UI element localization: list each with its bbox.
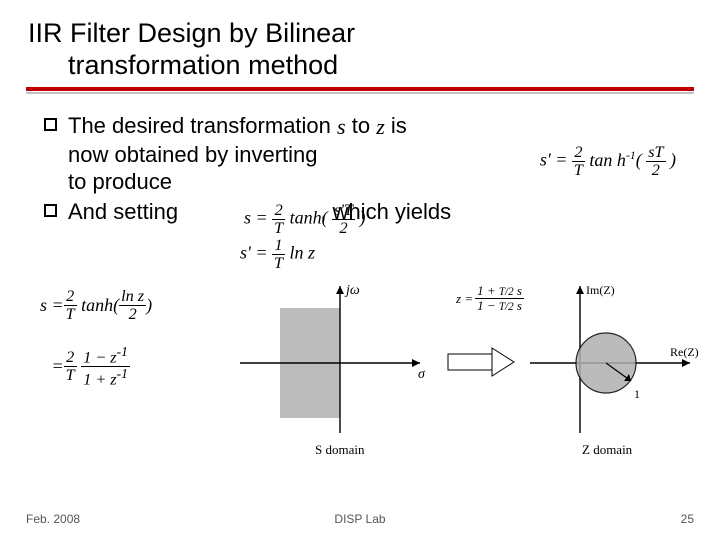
label-jw: jω bbox=[344, 283, 360, 298]
footer-page: 25 bbox=[681, 512, 694, 526]
title-underline bbox=[26, 87, 694, 94]
bullet-2: And setting , which yields bbox=[44, 198, 694, 226]
b1-text2: now obtained by inverting bbox=[68, 142, 318, 167]
b1-s: s bbox=[337, 113, 346, 141]
b1-is: is bbox=[391, 113, 407, 138]
label-imz: Im(Z) bbox=[586, 283, 615, 297]
slide-title: IIR Filter Design by Bilinear transforma… bbox=[26, 18, 694, 94]
formula-produce: s = 2T tanh( s'T2 ) bbox=[244, 202, 365, 237]
diagrams-svg: jω σ S domain z = 1 + T/2 s 1 − T/2 s bbox=[230, 278, 700, 468]
bullet-square-icon bbox=[44, 204, 57, 217]
domain-diagrams: jω σ S domain z = 1 + T/2 s 1 − T/2 s bbox=[230, 278, 700, 468]
label-sigma: σ bbox=[418, 367, 426, 382]
formula-left1: s = 2T tanh( ln z2 ) bbox=[40, 288, 152, 323]
footer-date: Feb. 2008 bbox=[26, 512, 80, 526]
footer: Feb. 2008 DISP Lab 25 bbox=[26, 512, 694, 526]
formula-invert: s' = 2T tan h-1( sT2 ) bbox=[540, 144, 676, 179]
formula-setting: s' = 1T ln z bbox=[240, 237, 315, 272]
b1-z: z bbox=[376, 113, 385, 141]
title-line2: transformation method bbox=[28, 50, 338, 80]
label-rez: Re(Z) bbox=[670, 345, 699, 359]
footer-lab: DISP Lab bbox=[334, 512, 385, 526]
b1-to: to bbox=[352, 113, 376, 138]
bullet-square-icon bbox=[44, 118, 57, 131]
label-s-domain: S domain bbox=[315, 442, 365, 457]
label-one: 1 bbox=[634, 387, 640, 401]
b2-text1: And setting bbox=[68, 199, 178, 224]
formula-left2: s = 2T 1 − z-11 + z-1 bbox=[40, 345, 152, 389]
label-z-domain: Z domain bbox=[582, 442, 633, 457]
left-formulas: s = 2T tanh( ln z2 ) s = 2T 1 − z-11 + z… bbox=[40, 288, 152, 411]
title-line1: IIR Filter Design by Bilinear bbox=[28, 18, 355, 48]
b1-text1: The desired transformation bbox=[68, 113, 337, 138]
b1-text3: to produce bbox=[68, 169, 172, 194]
